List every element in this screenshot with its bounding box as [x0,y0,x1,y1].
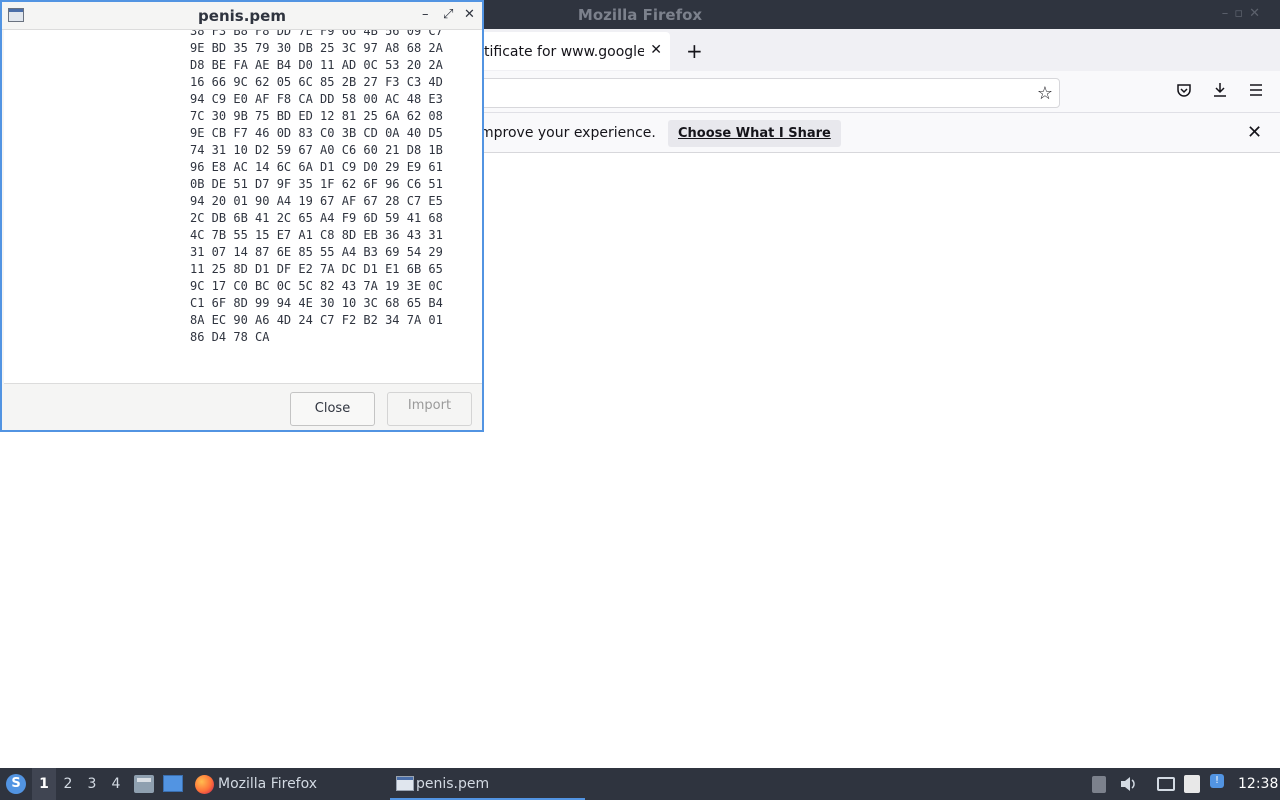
task-pem[interactable]: penis.pem [390,768,585,800]
minimize-icon[interactable]: – [422,7,429,22]
hex-row: 94 C9 E0 AF F8 CA DD 58 00 AC 48 E3 [190,92,443,106]
task-firefox[interactable]: Mozilla Firefox [218,768,317,800]
network-icon[interactable] [1157,777,1175,791]
hex-row: 7C 30 9B 75 BD ED 12 81 25 6A 62 08 [190,109,443,123]
dialog-title: penis.pem [198,7,286,25]
hex-row: 74 31 10 D2 59 67 A0 C6 60 21 D8 1B [190,143,443,157]
pocket-icon[interactable] [1176,82,1192,102]
choose-what-i-share-label: Choose What I Share [678,126,831,141]
taskbar: S 1 2 3 4 Mozilla Firefox penis.pem ! 12… [0,768,1280,800]
choose-what-i-share-button[interactable]: Choose What I Share [668,120,841,147]
hex-dump: 38 F3 B8 F8 DD 7E F9 66 4B 56 09 C7 9E BD… [190,30,443,346]
hex-row: 2C DB 6B 41 2C 65 A4 F9 6D 59 41 68 [190,211,443,225]
close-button[interactable]: Close [290,392,375,426]
pem-dialog: penis.pem – ⤢ ✕ 38 F3 B8 F8 DD 7E F9 66 … [0,0,484,432]
hex-row: 9E CB F7 46 0D 83 C0 3B CD 0A 40 D5 [190,126,443,140]
hex-row: 38 F3 B8 F8 DD 7E F9 66 4B 56 09 C7 [190,30,443,38]
notification-close-icon[interactable]: ✕ [1247,122,1262,143]
workspace-1[interactable]: 1 [32,768,56,800]
show-desktop-icon[interactable] [163,775,183,792]
certificate-hex-view[interactable]: 38 F3 B8 F8 DD 7E F9 66 4B 56 09 C7 9E BD… [4,30,482,384]
hex-row: 31 07 14 87 6E 85 55 A4 B3 69 54 29 [190,245,443,259]
notification-text: mprove your experience. [480,125,656,141]
download-icon[interactable] [1212,82,1228,102]
tab-label: tificate for www.google.c [484,44,644,60]
tray-input-icon[interactable] [1092,776,1106,793]
hex-row: C1 6F 8D 99 94 4E 30 10 3C 68 65 B4 [190,296,443,310]
import-button: Import [387,392,472,426]
hex-row: 8A EC 90 A6 4D 24 C7 F2 B2 34 7A 01 [190,313,443,327]
new-tab-button[interactable]: + [686,39,703,63]
hex-row: 9C 17 C0 BC 0C 5C 82 43 7A 19 3E 0C [190,279,443,293]
updates-icon[interactable]: ! [1210,774,1224,788]
workspace-3[interactable]: 3 [80,768,104,800]
file-manager-icon[interactable] [134,775,154,793]
maximize-icon[interactable]: ⤢ [443,7,453,22]
star-icon[interactable]: ☆ [1037,83,1053,104]
tab-certificate[interactable]: tificate for www.google.c ✕ [470,32,670,70]
start-menu-icon[interactable]: S [6,774,26,794]
hex-row: 16 66 9C 62 05 6C 85 2B 27 F3 C3 4D [190,75,443,89]
desktop: Mozilla Firefox –▫✕ tificate for www.goo… [0,0,1280,800]
workspace-4[interactable]: 4 [104,768,128,800]
hamburger-menu-icon[interactable] [1249,82,1263,101]
hex-row: D8 BE FA AE B4 D0 11 AD 0C 53 20 2A [190,58,443,72]
hex-row: 94 20 01 90 A4 19 67 AF 67 28 C7 E5 [190,194,443,208]
hex-row: 96 E8 AC 14 6C 6A D1 C9 D0 29 E9 61 [190,160,443,174]
workspace-2[interactable]: 2 [56,768,80,800]
hex-row: 9E BD 35 79 30 DB 25 3C 97 A8 68 2A [190,41,443,55]
firefox-window-controls[interactable]: –▫✕ [1222,6,1266,21]
close-icon[interactable]: ✕ [464,7,475,22]
tab-close-icon[interactable]: ✕ [650,42,662,58]
clipboard-icon[interactable] [1184,775,1200,793]
url-bar[interactable]: ☆ [470,78,1060,108]
hex-row: 4C 7B 55 15 E7 A1 C8 8D EB 36 43 31 [190,228,443,242]
hex-row: 11 25 8D D1 DF E2 7A DC D1 E1 6B 65 [190,262,443,276]
hex-row: 86 D4 78 CA [190,330,270,344]
volume-icon[interactable] [1119,776,1137,796]
firefox-icon [195,775,214,794]
clock[interactable]: 12:38 [1238,768,1278,800]
dialog-titlebar[interactable]: penis.pem – ⤢ ✕ [2,2,482,30]
hex-row: 0B DE 51 D7 9F 35 1F 62 6F 96 C6 51 [190,177,443,191]
